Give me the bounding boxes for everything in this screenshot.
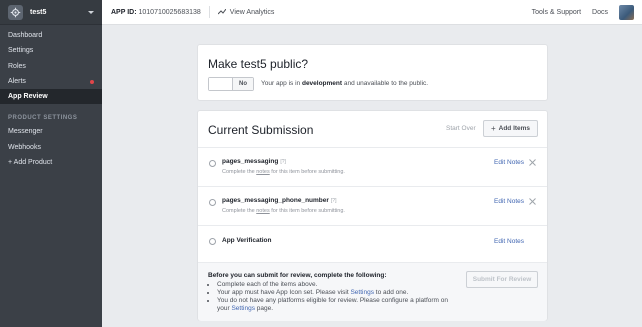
sidebar-item-label: Alerts (8, 77, 26, 85)
bullet-prefix: Your app must have App Icon set. Please … (217, 289, 351, 296)
list-item: Complete each of the items above. (217, 281, 462, 289)
add-items-label: Add Items (498, 125, 531, 132)
sidebar-item-app-review[interactable]: App Review (0, 89, 102, 105)
hint-prefix: Complete the (222, 208, 257, 214)
view-analytics-label: View Analytics (229, 8, 275, 16)
analytics-chart-icon (217, 9, 226, 15)
desc-suffix: and unavailable to the public. (342, 80, 429, 87)
add-items-button[interactable]: + Add Items (483, 120, 538, 137)
bullet-suffix: page. (254, 305, 274, 312)
item-radio[interactable] (209, 238, 216, 245)
requirements-list: Complete each of the items above. Your a… (212, 281, 462, 313)
item-name-text: pages_messaging_phone_number (222, 197, 329, 204)
alert-dot-icon (90, 79, 94, 84)
submission-requirements: Before you can submit for review, comple… (198, 262, 547, 321)
submit-for-review-button[interactable]: Submit For Review (466, 271, 538, 288)
submission-item: pages_messaging_phone_number [?] Complete… (198, 187, 547, 226)
sidebar-item-add-product[interactable]: + Add Product (0, 155, 102, 170)
edit-notes-link[interactable]: Edit Notes (494, 198, 524, 205)
item-name: pages_messaging_phone_number [?] (222, 197, 336, 204)
bullet-suffix: to add one. (373, 289, 409, 296)
edit-notes-link[interactable]: Edit Notes (494, 238, 524, 245)
app-id: APP ID: 1010710025683138 (111, 9, 201, 16)
app-switcher[interactable]: test5 (0, 0, 102, 25)
make-public-card: Make test5 public? No Your app is in dev… (197, 44, 548, 101)
sidebar-item-settings[interactable]: Settings (0, 43, 102, 58)
notes-link[interactable]: notes (256, 208, 269, 214)
help-icon[interactable]: [?] (280, 159, 286, 165)
close-icon[interactable] (529, 198, 536, 205)
sidebar-nav: Dashboard Settings Roles Alerts App Revi… (0, 25, 102, 170)
toggle-knob (209, 78, 233, 90)
app-name: test5 (30, 8, 47, 16)
settings-link[interactable]: Settings (350, 289, 374, 296)
product-settings-heading: PRODUCT SETTINGS (8, 115, 78, 122)
close-icon[interactable] (529, 159, 536, 166)
chevron-down-icon[interactable] (88, 10, 94, 14)
item-hint: Complete the notes for this item before … (222, 169, 345, 175)
list-item: You do not have any platforms eligible f… (217, 297, 462, 313)
item-name: pages_messaging [?] (222, 158, 286, 165)
sidebar-item-alerts[interactable]: Alerts (0, 74, 102, 89)
item-hint: Complete the notes for this item before … (222, 208, 345, 214)
start-over-link[interactable]: Start Over (446, 125, 476, 132)
current-submission-card: Current Submission Start Over + Add Items… (197, 110, 548, 321)
hint-suffix: for this item before submitting. (269, 208, 345, 214)
requirements-heading: Before you can submit for review, comple… (208, 272, 387, 279)
desc-bold: development (301, 80, 343, 87)
avatar[interactable] (619, 4, 634, 20)
public-status-text: Your app is in development and unavailab… (261, 80, 428, 87)
item-name: App Verification (222, 237, 272, 244)
sidebar-item-webhooks[interactable]: Webhooks (0, 140, 102, 155)
app-id-value: 1010710025683138 (138, 8, 201, 16)
tools-support-link[interactable]: Tools & Support (532, 9, 581, 16)
hint-suffix: for this item before submitting. (269, 169, 345, 175)
hint-prefix: Complete the (222, 169, 257, 175)
desc-prefix: Your app is in (261, 80, 302, 87)
sidebar: test5 Dashboard Settings Roles Alerts Ap… (0, 0, 102, 327)
make-public-title: Make test5 public? (208, 57, 309, 71)
public-toggle[interactable]: No (208, 77, 254, 91)
help-icon[interactable]: [?] (331, 198, 337, 204)
submission-title: Current Submission (208, 123, 314, 137)
item-radio[interactable] (209, 199, 216, 206)
app-gear-icon (8, 4, 23, 20)
sidebar-item-roles[interactable]: Roles (0, 59, 102, 74)
list-item: Your app must have App Icon set. Please … (217, 289, 462, 297)
view-analytics-link[interactable]: View Analytics (217, 8, 275, 16)
sidebar-item-dashboard[interactable]: Dashboard (0, 28, 102, 43)
edit-notes-link[interactable]: Edit Notes (494, 159, 524, 166)
settings-link[interactable]: Settings (231, 305, 255, 312)
sidebar-item-messenger[interactable]: Messenger (0, 124, 102, 139)
item-name-text: pages_messaging (222, 158, 279, 165)
top-right-links: Tools & Support Docs (532, 4, 642, 20)
toggle-label: No (233, 78, 253, 90)
submission-item: App Verification Edit Notes (198, 226, 547, 262)
app-id-label: APP ID: (111, 8, 137, 16)
divider (208, 6, 210, 18)
notes-link[interactable]: notes (256, 169, 269, 175)
docs-link[interactable]: Docs (592, 9, 608, 16)
top-bar: APP ID: 1010710025683138 View Analytics … (102, 0, 642, 25)
plus-icon: + (490, 124, 496, 133)
submission-item: pages_messaging [?] Complete the notes fo… (198, 148, 547, 187)
item-radio[interactable] (209, 160, 216, 167)
